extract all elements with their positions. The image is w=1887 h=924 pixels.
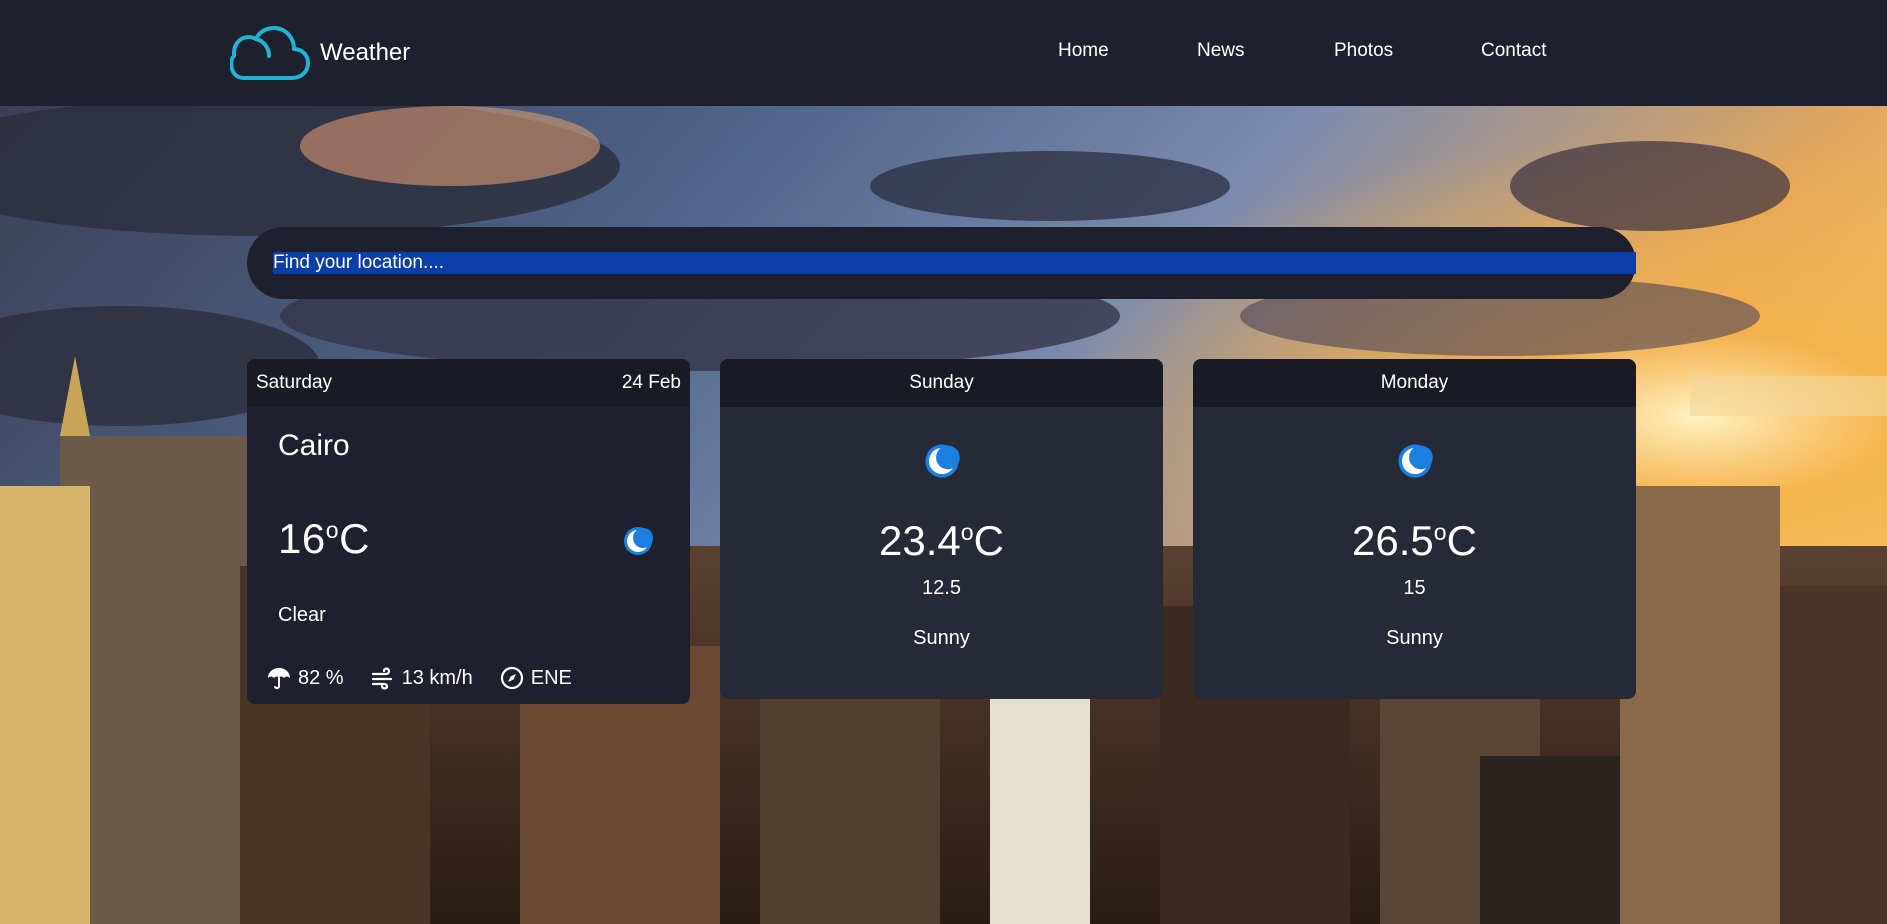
nav-link-photos[interactable]: Photos [1334,40,1393,62]
nav-link-contact[interactable]: Contact [1481,40,1546,62]
forecast-max-temp: 26.5oC [1193,517,1636,565]
forecast-card-header: Sunday [720,359,1163,407]
search-input[interactable] [273,243,1636,283]
forecast-max-value: 26.5 [1352,517,1434,564]
today-date: 24 Feb [621,372,681,393]
umbrella-icon [268,668,290,690]
forecast-condition: Sunny [1386,627,1443,649]
today-condition: Clear [278,604,326,626]
moon-icon [1397,444,1433,478]
forecast-card-day3: Monday 26.5oC 15 Sunny [1193,359,1636,699]
forecast-min-temp: 12.5 [922,577,961,599]
wind-icon [371,667,392,690]
today-stats: 82 % 13 km/h ENE [266,665,598,691]
forecast-max-unit: C [973,517,1004,564]
today-temp-unit: C [339,515,370,562]
wind-speed-value: 13 km/h [401,666,473,689]
humidity-stat: 82 % [266,665,344,691]
nav-link-news[interactable]: News [1197,40,1245,62]
degree-symbol: o [1433,519,1447,545]
today-card-body: Cairo 16oC Clear 82 % 13 km/h ENE [247,407,690,704]
forecast-card-day2: Sunday 23.4oC 12.5 Sunny [720,359,1163,699]
city-name: Cairo [278,429,350,462]
today-card: Saturday 24 Feb Cairo 16oC Clear 82 % 13… [247,359,690,704]
moon-icon [624,527,653,555]
today-temp-value: 16 [278,515,326,562]
forecast-day: Sunday [909,372,974,393]
today-temperature: 16oC [278,515,370,563]
forecast-card-header: Monday [1193,359,1636,407]
forecast-max-value: 23.4 [879,517,961,564]
forecast-min-temp: 15 [1403,577,1426,599]
wind-direction-value: ENE [530,666,572,689]
wind-direction-stat: ENE [499,665,572,691]
compass-icon [500,666,523,690]
forecast-card-body: 26.5oC 15 Sunny [1193,407,1636,699]
forecast-max-temp: 23.4oC [720,517,1163,565]
degree-symbol: o [960,519,974,545]
today-card-header: Saturday 24 Feb [247,359,690,407]
degree-symbol: o [325,517,340,543]
nav-link-home[interactable]: Home [1058,40,1109,62]
today-day: Saturday [256,372,333,393]
humidity-value: 82 % [298,666,344,689]
navbar: Weather Home News Photos Contact [0,0,1887,106]
search-bar [247,227,1636,299]
page: Weather Home News Photos Contact Find yo… [0,0,1887,924]
forecast-card-body: 23.4oC 12.5 Sunny [720,407,1163,699]
moon-icon [924,444,960,478]
main-nav: Home News Photos Contact [0,40,1887,66]
forecast-condition: Sunny [913,627,970,649]
wind-speed-stat: 13 km/h [370,665,473,691]
forecast-day: Monday [1380,372,1449,393]
forecast-cards: Saturday 24 Feb Cairo 16oC Clear 82 % 13… [247,359,1636,704]
forecast-max-unit: C [1446,517,1477,564]
